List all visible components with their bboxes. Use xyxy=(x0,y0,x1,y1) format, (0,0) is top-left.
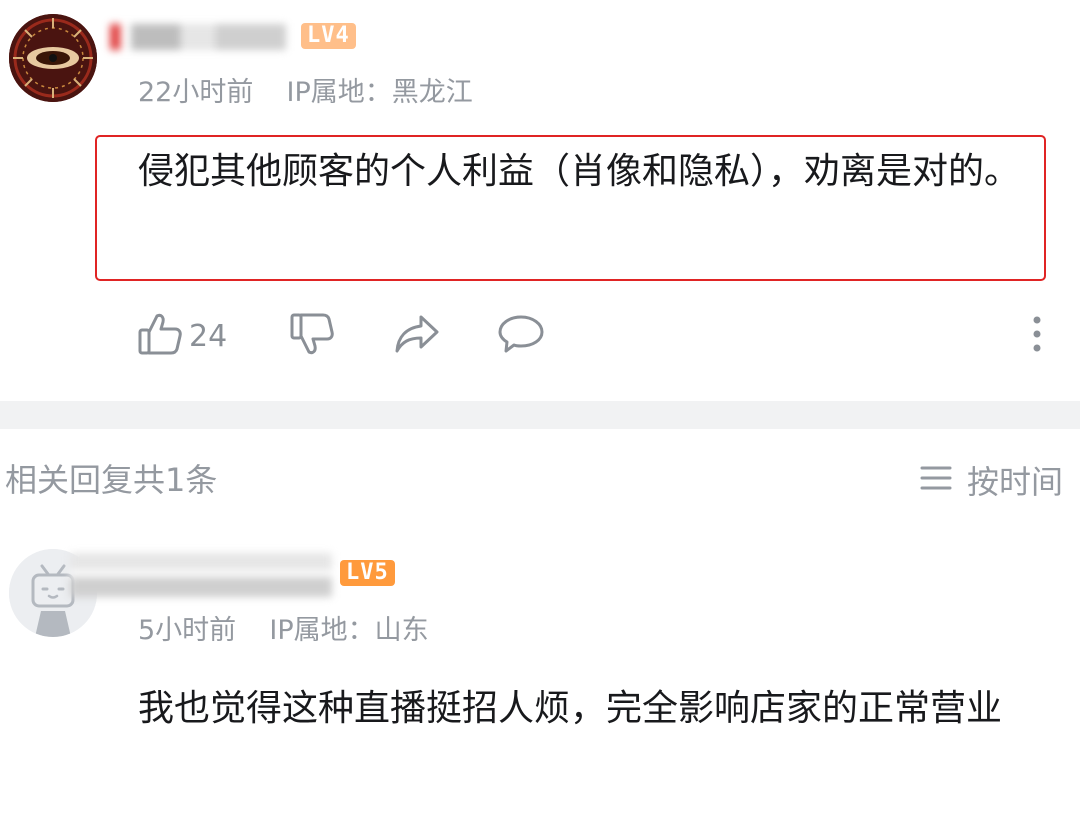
username-blurred[interactable] xyxy=(70,553,332,597)
like-count: 24 xyxy=(189,318,228,354)
sort-button[interactable]: 按时间 xyxy=(919,455,1063,505)
sort-label: 按时间 xyxy=(966,463,1063,501)
username-blurred[interactable] xyxy=(110,24,286,50)
ip-location: IP属地：黑龙江 xyxy=(286,77,473,108)
more-options-button[interactable] xyxy=(1030,312,1044,360)
reply-text: 我也觉得这种直播挺招人烦，完全影响店家的正常营业 xyxy=(138,688,1003,729)
replies-count: 相关回复共1条 xyxy=(5,461,218,499)
reply-bubble-icon xyxy=(497,311,545,361)
level-badge: LV5 xyxy=(340,560,395,586)
dislike-button[interactable] xyxy=(289,312,335,360)
level-badge: LV4 xyxy=(301,23,356,49)
ip-location: IP属地：山东 xyxy=(269,615,429,646)
replies-header: 相关回复共1条 按时间 xyxy=(0,455,1080,505)
more-vertical-icon xyxy=(1030,311,1044,361)
thumbs-up-icon xyxy=(137,311,183,361)
comment-thread: LV4 22小时前 IP属地：黑龙江 侵犯其他顾客的个人利益（肖像和隐私），劝离… xyxy=(0,0,1080,818)
comment-time: 5小时前 xyxy=(138,615,237,646)
share-icon xyxy=(393,311,441,361)
like-button[interactable]: 24 xyxy=(137,312,227,360)
comment-time: 22小时前 xyxy=(138,77,254,108)
sort-lines-icon xyxy=(919,463,953,497)
thumbs-down-icon xyxy=(289,311,335,361)
comment-meta: 5小时前 IP属地：山东 xyxy=(138,608,429,647)
share-button[interactable] xyxy=(393,312,441,360)
comment-actions: 24 xyxy=(137,312,1047,360)
section-divider xyxy=(0,401,1080,429)
comment-text: 侵犯其他顾客的个人利益（肖像和隐私），劝离是对的。 xyxy=(138,151,1021,192)
comment-meta: 22小时前 IP属地：黑龙江 xyxy=(138,70,473,109)
avatar[interactable] xyxy=(9,14,97,102)
reply-button[interactable] xyxy=(497,312,545,360)
